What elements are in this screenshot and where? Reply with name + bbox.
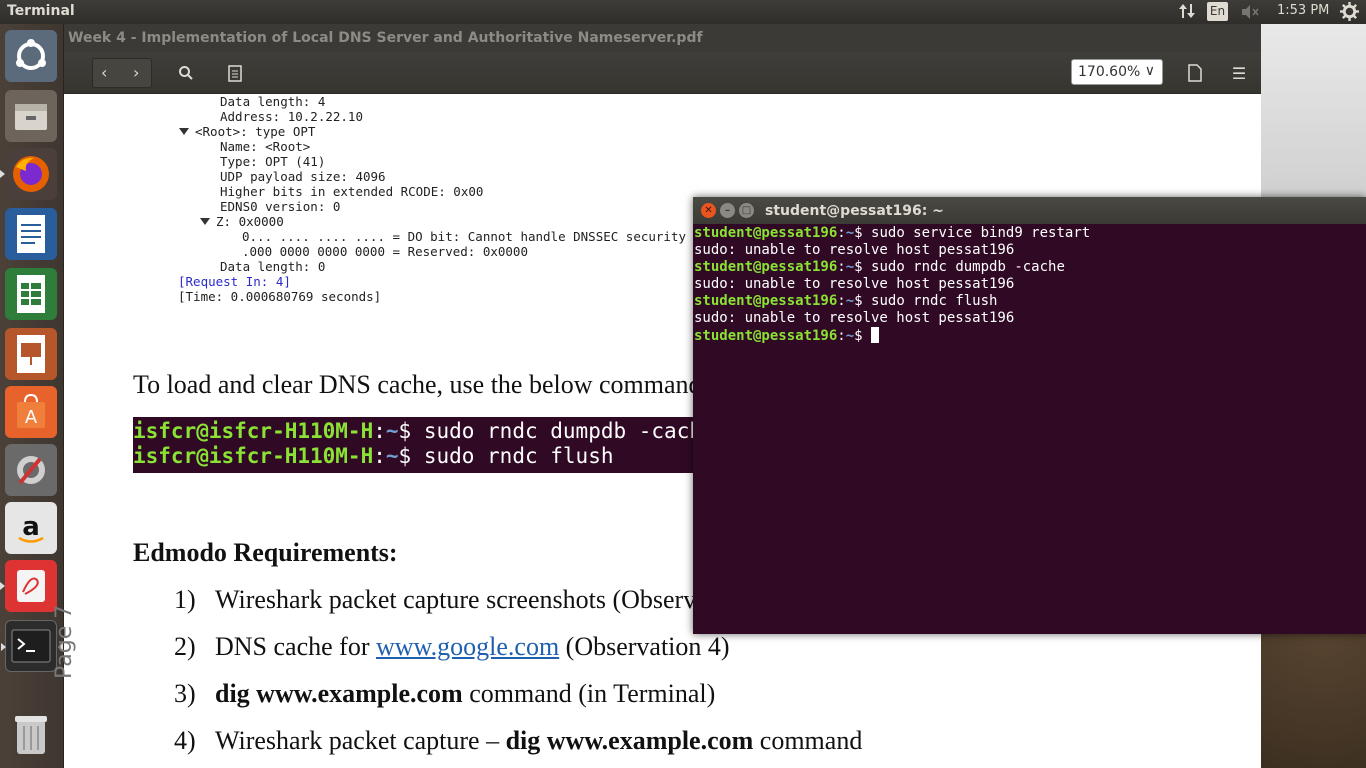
load-clear-instruction: To load and clear DNS cache, use the bel…: [133, 370, 712, 399]
pdf-toolbar: ‹ › 170.60% ∨ ☰: [64, 52, 1261, 94]
terminal-line: sudo: unable to resolve host pessat196: [694, 242, 1015, 258]
terminal-titlebar[interactable]: ✕ – □ student@pessat196: ~: [693, 197, 1366, 224]
active-app-title: Terminal: [7, 3, 75, 19]
packet-detail-line: Type: OPT (41): [220, 154, 326, 169]
zoom-value: 170.60%: [1078, 64, 1141, 80]
embedded-command-line: isfcr@isfcr-H110M-H:~$ sudo rndc dumpdb …: [133, 419, 693, 443]
document-properties-button[interactable]: [1180, 58, 1210, 88]
packet-detail-line: Higher bits in extended RCODE: 0x00: [220, 184, 484, 199]
impress-icon[interactable]: [5, 328, 57, 380]
embedded-command-line: isfcr@isfcr-H110M-H:~$ sudo rndc flush: [133, 444, 614, 468]
terminal-line: student@pessat196:~$ sudo service bind9 …: [694, 225, 1091, 241]
ubuntu-dash-icon[interactable]: [5, 30, 57, 82]
terminal-line: student@pessat196:~$ sudo rndc flush: [694, 293, 998, 309]
expand-triangle-icon: [179, 128, 189, 135]
hamburger-menu-icon: ☰: [1231, 63, 1247, 83]
terminal-line: student@pessat196:~$ sudo rndc dumpdb -c…: [694, 259, 1065, 275]
back-arrow-icon[interactable]: ‹: [101, 63, 107, 82]
terminal-line: sudo: unable to resolve host pessat196: [694, 310, 1015, 326]
pdf-window-title: Week 4 - Implementation of Local DNS Ser…: [68, 30, 703, 46]
clipboard-icon: [228, 65, 242, 82]
packet-detail-line: Z: 0x0000: [200, 214, 284, 229]
requirement-item: 1) Wireshark packet capture screenshots (…: [174, 585, 876, 614]
keyboard-layout-indicator[interactable]: En: [1207, 2, 1228, 21]
amazon-icon[interactable]: a: [5, 502, 57, 554]
google-link[interactable]: www.google.com: [376, 632, 559, 661]
terminal-output[interactable]: student@pessat196:~$ sudo service bind9 …: [693, 224, 1366, 634]
document-icon: [1188, 64, 1202, 82]
svg-text:A: A: [25, 407, 38, 428]
packet-detail-line: .000 0000 0000 0000 = Reserved: 0x0000: [242, 244, 528, 259]
search-icon: [179, 66, 193, 80]
chevron-down-icon: ∨: [1144, 63, 1155, 79]
network-updown-icon[interactable]: [1178, 2, 1196, 24]
requirement-item: 3) dig www.example.com command (in Termin…: [174, 679, 716, 708]
requirements-heading: Edmodo Requirements:: [133, 538, 398, 567]
terminal-line: student@pessat196:~$: [694, 327, 1366, 344]
packet-detail-line: 0... .... .... .... = DO bit: Cannot han…: [242, 229, 717, 244]
terminal-icon[interactable]: [1, 620, 63, 672]
software-center-icon[interactable]: A: [5, 386, 57, 438]
minimize-icon[interactable]: –: [720, 203, 735, 218]
embedded-terminal-screenshot: isfcr@isfcr-H110M-H:~$ sudo rndc dumpdb …: [133, 417, 693, 473]
requirement-item: 2) DNS cache for www.google.com (Observat…: [174, 632, 730, 661]
svg-text:a: a: [22, 512, 40, 542]
clock[interactable]: 1:53 PM: [1277, 3, 1329, 18]
firefox-icon[interactable]: [0, 148, 57, 200]
search-button[interactable]: [172, 58, 200, 88]
page-number-label: Page 7: [52, 604, 77, 679]
annotations-button[interactable]: [220, 58, 250, 88]
forward-arrow-icon[interactable]: ›: [133, 63, 139, 82]
expand-triangle-icon: [200, 218, 210, 225]
writer-icon[interactable]: [5, 208, 57, 260]
volume-muted-icon[interactable]: [1240, 3, 1260, 25]
settings-gear-icon[interactable]: [1340, 2, 1359, 25]
packet-detail-line: Address: 10.2.22.10: [220, 109, 363, 124]
menu-button[interactable]: ☰: [1224, 58, 1254, 88]
packet-detail-line: UDP payload size: 4096: [220, 169, 386, 184]
calc-icon[interactable]: [5, 268, 57, 320]
top-panel: Terminal En 1:53 PM: [0, 0, 1366, 24]
text-cursor: [871, 327, 880, 343]
packet-detail-line: Data length: 4: [220, 94, 326, 109]
packet-detail-line: Data length: 0: [220, 259, 326, 274]
close-icon[interactable]: ✕: [701, 203, 716, 218]
request-in-link[interactable]: [Request In: 4]: [178, 274, 291, 289]
packet-detail-line: <Root>: type OPT: [179, 124, 315, 139]
terminal-window[interactable]: ✕ – □ student@pessat196: ~ student@pessa…: [693, 197, 1366, 634]
files-icon[interactable]: [5, 90, 57, 142]
pdf-titlebar: Week 4 - Implementation of Local DNS Ser…: [64, 24, 1261, 52]
packet-detail-line: Name: <Root>: [220, 139, 311, 154]
zoom-select[interactable]: 170.60% ∨: [1071, 59, 1163, 85]
pdf-viewer-icon[interactable]: [0, 560, 57, 612]
packet-detail-line: [Time: 0.000680769 seconds]: [178, 289, 382, 304]
terminal-line: sudo: unable to resolve host pessat196: [694, 276, 1015, 292]
maximize-icon[interactable]: □: [739, 203, 754, 218]
terminal-title: student@pessat196: ~: [765, 203, 944, 219]
packet-detail-line: EDNS0 version: 0: [220, 199, 341, 214]
history-nav-group: ‹ ›: [92, 58, 152, 88]
trash-icon[interactable]: [5, 708, 57, 760]
requirement-item: 4) Wireshark packet capture – dig www.exa…: [174, 726, 863, 755]
system-settings-icon[interactable]: [5, 444, 57, 496]
